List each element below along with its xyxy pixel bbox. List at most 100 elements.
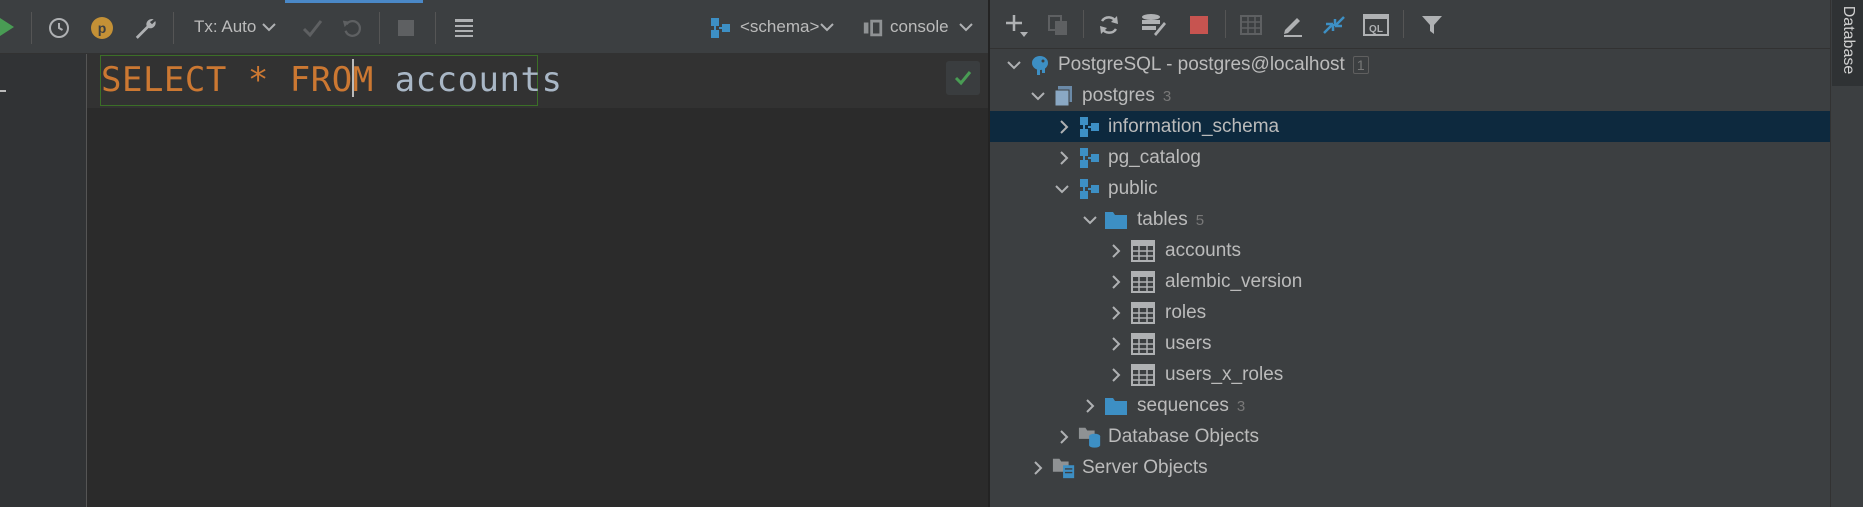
- schema-icon: [1078, 177, 1102, 201]
- plus-dropdown-icon: [1006, 15, 1028, 37]
- stop-button[interactable]: [396, 18, 416, 38]
- tree-node-label: information_schema: [1108, 115, 1280, 137]
- chevron-down-icon[interactable]: [1080, 210, 1100, 230]
- tree-node-label: Database Objects: [1108, 425, 1260, 447]
- chevron-right-icon[interactable]: [1106, 241, 1126, 261]
- p-badge-icon: p: [91, 17, 113, 39]
- edit-source-button[interactable]: [1280, 12, 1306, 38]
- data-source-properties-button[interactable]: [1140, 12, 1168, 38]
- tree-node-label: pg_catalog: [1108, 146, 1201, 168]
- toolbar-separator: [173, 12, 174, 44]
- tree-node-folder-tables[interactable]: tables 5: [990, 204, 1830, 235]
- refresh-icon: [1100, 16, 1118, 34]
- svg-text:QL: QL: [1369, 24, 1383, 35]
- chevron-right-icon[interactable]: [1054, 117, 1074, 137]
- tree-node-database-objects[interactable]: Database Objects: [990, 421, 1830, 452]
- chevron-down-icon[interactable]: [819, 19, 835, 35]
- chevron-down-icon[interactable]: [1028, 86, 1048, 106]
- tree-node-table-users-x-roles[interactable]: users_x_roles: [990, 359, 1830, 390]
- chevron-right-icon[interactable]: [1054, 148, 1074, 168]
- chevron-right-icon[interactable]: [1054, 427, 1074, 447]
- stop-icon: [398, 20, 414, 36]
- chevron-right-icon[interactable]: [1080, 396, 1100, 416]
- tree-node-schema-pg-catalog[interactable]: pg_catalog: [990, 142, 1830, 173]
- execute-button[interactable]: [0, 16, 16, 38]
- undo-icon: [342, 20, 361, 37]
- tree-node-table-roles[interactable]: roles: [990, 297, 1830, 328]
- folder-icon: [1104, 394, 1128, 418]
- explain-plan-button[interactable]: p: [89, 15, 115, 41]
- compare-button[interactable]: [1321, 12, 1347, 38]
- table-icon: [1131, 301, 1155, 325]
- database-icon: [1052, 84, 1076, 108]
- tx-mode-dropdown[interactable]: Tx: Auto: [194, 17, 256, 37]
- history-button[interactable]: [46, 15, 72, 41]
- tree-node-database[interactable]: postgres 3: [990, 80, 1830, 111]
- schema-icon: [1078, 115, 1102, 139]
- disconnect-button[interactable]: [1187, 13, 1211, 37]
- sql-editor-line[interactable]: SELECT * FROM accounts: [101, 58, 562, 102]
- chevron-down-icon[interactable]: [1052, 179, 1072, 199]
- database-toolbar: QL: [990, 0, 1830, 49]
- settings-button[interactable]: [131, 14, 159, 42]
- tree-node-server-objects[interactable]: Server Objects: [990, 452, 1830, 483]
- database-tree: PostgreSQL - postgres@localhost 1 postgre…: [990, 48, 1830, 507]
- schema-selector[interactable]: <schema>: [740, 17, 819, 37]
- jump-to-console-button[interactable]: QL: [1362, 12, 1390, 38]
- tree-node-table-users[interactable]: users: [990, 328, 1830, 359]
- rollback-button[interactable]: [339, 15, 365, 41]
- query-console-pane: p Tx: Auto <schema> console SELECT * FRO…: [0, 0, 988, 507]
- tree-node-datasource[interactable]: PostgreSQL - postgres@localhost 1: [990, 49, 1830, 80]
- wrench-icon: [135, 18, 156, 39]
- tree-node-table-alembic-version[interactable]: alembic_version: [990, 266, 1830, 297]
- tree-node-label: users: [1165, 332, 1212, 354]
- asterisk-token: *: [247, 60, 269, 100]
- tree-node-schema-information-schema[interactable]: information_schema: [990, 111, 1830, 142]
- chevron-right-icon[interactable]: [1106, 272, 1126, 292]
- tree-node-label: PostgreSQL - postgres@localhost 1: [1058, 54, 1369, 76]
- commit-button[interactable]: [299, 15, 325, 41]
- chevron-right-icon[interactable]: [1106, 365, 1126, 385]
- refresh-button[interactable]: [1096, 12, 1122, 38]
- svg-text:p: p: [98, 20, 107, 36]
- console-icon: [861, 16, 885, 40]
- schema-icon: [708, 15, 734, 41]
- add-button[interactable]: [1003, 12, 1029, 38]
- table-icon: [1131, 270, 1155, 294]
- output-layout-button[interactable]: [451, 15, 477, 41]
- keyword-from: FROM: [289, 59, 374, 100]
- database-tool-tab-label: Database: [1840, 5, 1857, 75]
- chevron-right-icon[interactable]: [1028, 458, 1048, 478]
- chevron-down-icon[interactable]: [1004, 55, 1024, 75]
- inspection-ok-badge[interactable]: [946, 61, 980, 95]
- tree-node-schema-public[interactable]: public: [990, 173, 1830, 204]
- tree-node-label: users_x_roles: [1165, 363, 1284, 385]
- toolbar-separator: [31, 12, 32, 44]
- view-table-button[interactable]: [1238, 12, 1264, 38]
- tree-node-label: sequences 3: [1137, 394, 1246, 416]
- copy-icon: [1048, 15, 1067, 35]
- compare-arrows-icon: [1323, 16, 1345, 34]
- chevron-right-icon[interactable]: [1106, 303, 1126, 323]
- clock-icon: [49, 18, 69, 38]
- table-identifier: accounts: [394, 60, 563, 100]
- filter-button[interactable]: [1419, 12, 1445, 38]
- tree-node-folder-sequences[interactable]: sequences 3: [990, 390, 1830, 421]
- chevron-down-icon[interactable]: [958, 19, 974, 35]
- toolbar-separator: [435, 12, 436, 44]
- chevron-right-icon[interactable]: [1106, 334, 1126, 354]
- run-icon: [0, 18, 14, 36]
- database-objects-icon: [1078, 425, 1102, 449]
- console-selector[interactable]: console: [890, 17, 949, 37]
- toolbar-separator: [1083, 10, 1084, 38]
- pencil-icon: [1284, 18, 1302, 37]
- tree-node-label: alembic_version: [1165, 270, 1303, 292]
- folder-icon: [1104, 208, 1128, 232]
- ql-console-icon: QL: [1363, 14, 1389, 36]
- table-icon: [1131, 363, 1155, 387]
- duplicate-button[interactable]: [1045, 12, 1071, 38]
- tree-node-table-accounts[interactable]: accounts: [990, 235, 1830, 266]
- table-icon: [1131, 239, 1155, 263]
- chevron-down-icon[interactable]: [261, 19, 277, 35]
- toolbar-separator: [379, 12, 380, 44]
